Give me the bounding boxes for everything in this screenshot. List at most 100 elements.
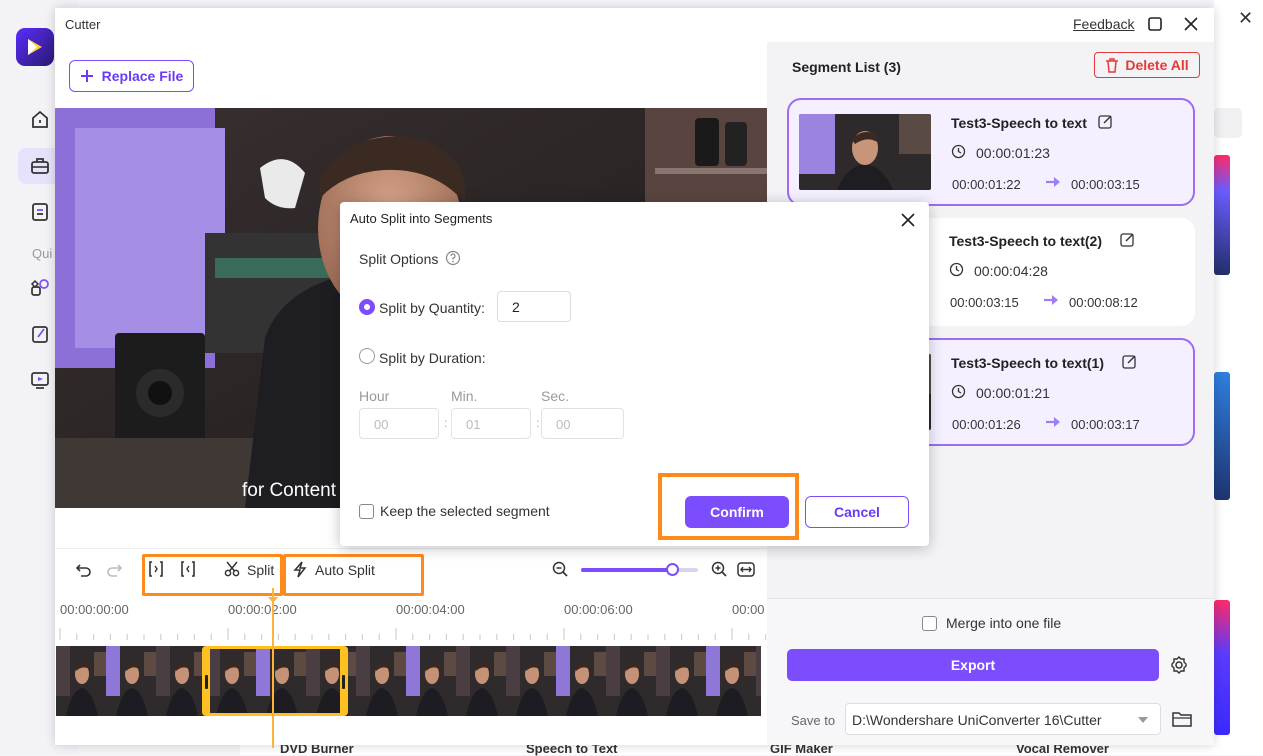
zoom-out-icon[interactable] (552, 561, 569, 578)
zoom-slider-fill (581, 568, 673, 572)
timeline-frame (506, 646, 556, 716)
timeline-frame (456, 646, 506, 716)
split-options-label: Split Options (359, 251, 439, 267)
folder-icon[interactable] (1172, 710, 1192, 727)
confirm-button[interactable]: Confirm (685, 496, 789, 528)
edit-toolbar: Split Auto Split (55, 548, 767, 596)
title-bar: Cutter Feedback (55, 8, 1214, 42)
segment-card[interactable]: Test3-Speech to text 00:00:01:23 00:00:01:… (787, 98, 1195, 206)
arrow-right-icon (1043, 294, 1059, 306)
merge-checkbox-row[interactable]: Merge into one file (922, 615, 1061, 631)
clock-icon (949, 262, 964, 277)
dialog-close-icon[interactable] (901, 213, 915, 227)
zoom-slider[interactable] (581, 563, 698, 576)
timeline-frame (556, 646, 606, 716)
background-card (1214, 155, 1230, 275)
export-area: Merge into one file Export Save to D:\Wo… (767, 598, 1214, 745)
redo-icon[interactable] (106, 561, 123, 578)
arrow-right-icon (1045, 416, 1061, 428)
background-search-field (1214, 108, 1242, 138)
segment-start-time: 00:00:03:15 (950, 295, 1019, 310)
timeline-frame (756, 646, 761, 716)
zoom-in-icon[interactable] (711, 561, 728, 578)
delete-all-label: Delete All (1125, 57, 1189, 73)
export-button[interactable]: Export (787, 649, 1159, 681)
edit-name-icon[interactable] (1098, 114, 1113, 129)
left-trim-handle[interactable] (205, 675, 208, 689)
timeline-frame (106, 646, 156, 716)
replace-file-button[interactable]: Replace File (69, 60, 194, 92)
merge-label: Merge into one file (946, 615, 1062, 631)
split-by-quantity-label[interactable]: Split by Quantity: (379, 300, 485, 316)
undo-icon[interactable] (75, 561, 92, 578)
lightning-icon[interactable] (292, 561, 308, 578)
timeline-frame (356, 646, 406, 716)
trash-icon (1106, 57, 1119, 73)
set-out-icon[interactable] (180, 561, 196, 577)
split-by-duration-radio[interactable] (359, 348, 375, 364)
app-logo-icon (16, 28, 54, 66)
min-input[interactable]: 01 (451, 408, 531, 439)
timeline[interactable]: 00:00:00:00 00:00:02:00 00:00:04:00 00:0… (55, 588, 767, 748)
save-path-select[interactable]: D:\Wondershare UniConverter 16\Cutter (845, 703, 1161, 735)
keep-segment-label: Keep the selected segment (380, 503, 550, 519)
close-icon[interactable] (1183, 16, 1199, 32)
segment-duration: 00:00:01:23 (976, 145, 1050, 161)
background-close-icon[interactable]: ✕ (1238, 8, 1253, 29)
split-by-duration-label[interactable]: Split by Duration: (379, 350, 486, 366)
right-trim-handle[interactable] (342, 675, 345, 689)
hour-label: Hour (359, 388, 390, 404)
hour-input[interactable]: 00 (359, 408, 439, 439)
timeline-frame (706, 646, 756, 716)
segment-end-time: 00:00:03:17 (1071, 417, 1140, 432)
auto-split-button[interactable]: Auto Split (315, 562, 375, 578)
playhead[interactable] (268, 588, 278, 748)
maximize-icon[interactable] (1147, 16, 1163, 32)
time-label: 00:00:06:00 (564, 602, 633, 617)
cancel-button[interactable]: Cancel (805, 496, 909, 528)
sec-input[interactable]: 00 (541, 408, 624, 439)
keep-segment-checkbox[interactable] (359, 503, 374, 519)
edit-name-icon[interactable] (1120, 232, 1135, 247)
fit-icon[interactable] (737, 561, 755, 578)
background-card (1214, 372, 1230, 500)
segment-end-time: 00:00:08:12 (1069, 295, 1138, 310)
clock-icon (951, 384, 966, 399)
video-subtitle: for Content (242, 480, 336, 501)
split-by-quantity-radio[interactable] (359, 299, 375, 315)
help-icon[interactable] (445, 250, 461, 266)
timeline-ruler (59, 628, 767, 640)
clock-icon (951, 144, 966, 159)
thumbnail-strip (56, 646, 761, 716)
window-title: Cutter (65, 17, 101, 32)
edit-name-icon[interactable] (1122, 354, 1137, 369)
replace-file-label: Replace File (101, 68, 184, 84)
selected-segment-range[interactable] (202, 646, 348, 716)
timeline-frame (406, 646, 456, 716)
feedback-link[interactable]: Feedback (1073, 16, 1134, 32)
delete-all-button[interactable]: Delete All (1094, 52, 1200, 78)
playhead-marker (268, 597, 278, 603)
time-label: 00:00:00:00 (60, 602, 129, 617)
quantity-input[interactable]: 2 (497, 291, 571, 322)
set-in-icon[interactable] (148, 561, 164, 577)
scissors-icon[interactable] (224, 561, 240, 577)
save-path-value: D:\Wondershare UniConverter 16\Cutter (852, 712, 1102, 728)
time-separator: : (444, 416, 448, 430)
time-label: 00:00 (732, 602, 765, 617)
min-label: Min. (451, 388, 478, 404)
settings-icon[interactable] (1170, 656, 1188, 674)
merge-checkbox[interactable] (922, 615, 937, 631)
quick-label: Qui (32, 246, 53, 261)
time-separator: : (536, 416, 540, 430)
split-button[interactable]: Split (247, 562, 274, 578)
segment-start-time: 00:00:01:22 (952, 177, 1021, 192)
zoom-slider-thumb[interactable] (666, 563, 680, 576)
keep-segment-row[interactable]: Keep the selected segment (359, 503, 550, 519)
timeline-frame (656, 646, 706, 716)
sec-label: Sec. (541, 388, 570, 404)
segment-name: Test3-Speech to text(1) (951, 355, 1104, 371)
save-to-label: Save to (791, 713, 836, 728)
timeline-frame (606, 646, 656, 716)
segment-start-time: 00:00:01:26 (952, 417, 1021, 432)
